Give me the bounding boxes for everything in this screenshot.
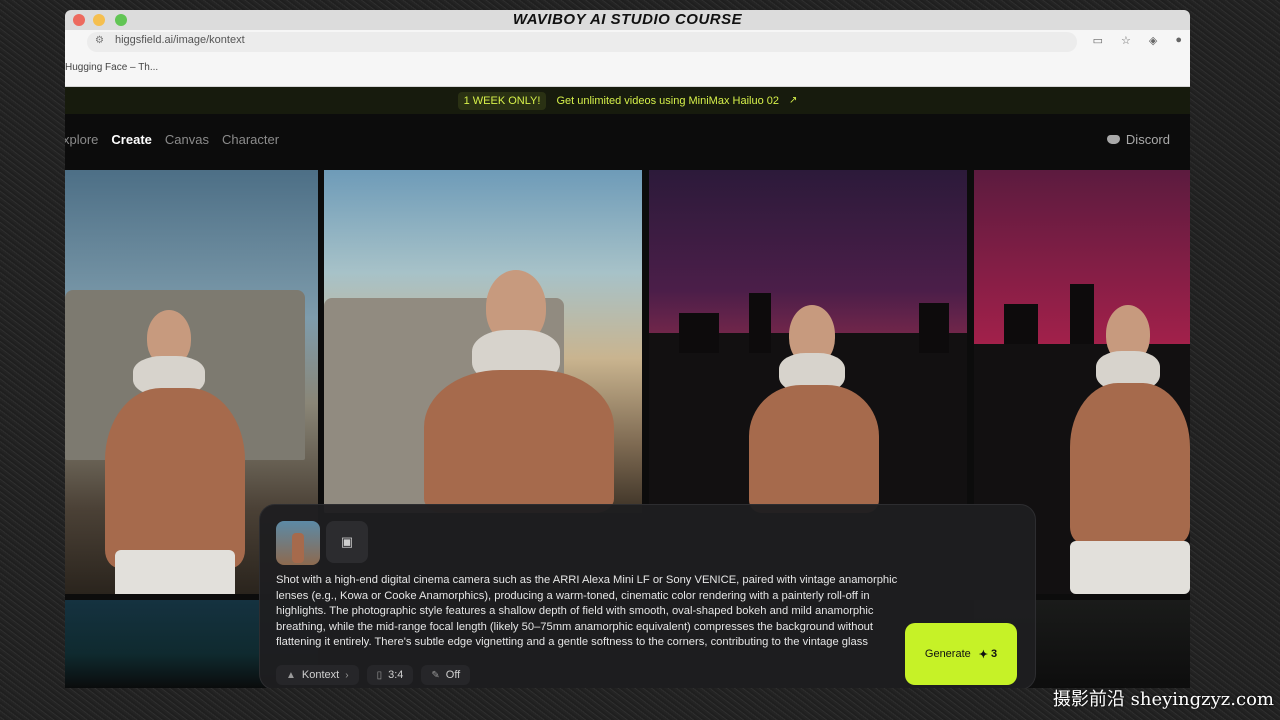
extension-icon[interactable]: ◈ [1149,34,1157,47]
discord-link[interactable]: Discord [1106,132,1170,147]
chevron-right-icon: › [345,669,349,681]
generate-label: Generate [924,648,971,660]
external-arrow-icon: ↗ [789,95,798,106]
aspect-label: 3:4 [388,669,404,681]
top-nav: xplore Create Canvas Character Discord [65,114,1190,166]
window-titlebar: WAVIBOY AI STUDIO COURSE [65,10,1190,31]
gallery-image[interactable] [324,170,642,513]
window-title: WAVIBOY AI STUDIO COURSE [512,11,743,28]
profile-icon[interactable]: ● [1175,34,1182,47]
nav-explore[interactable]: xplore [65,132,98,147]
prompt-composer: ▣ Shot with a high-end digital cinema ca… [259,504,1036,688]
enhance-icon: ✎ [431,669,440,681]
settings-chips: ▲ Kontext › ▯ 3:4 ✎ Off [276,665,471,685]
generate-cost: ✦ 3 [979,648,997,661]
gallery-image[interactable] [649,170,967,513]
model-label: Kontext [301,669,340,681]
bookmark-hugging-face[interactable]: Hugging Face – Th... [65,62,158,73]
bookmark-star-icon[interactable]: ☆ [1121,34,1131,47]
browser-chrome: ⚙ higgsfield.ai/image/kontext ▭ ☆ ◈ ● Hu… [65,30,1190,87]
toolbar-icons: ▭ ☆ ◈ ● [1093,34,1182,47]
cast-icon[interactable]: ▭ [1093,34,1103,47]
add-image-button[interactable]: ▣ [326,521,368,563]
discord-icon [1106,135,1120,144]
address-bar[interactable]: ⚙ higgsfield.ai/image/kontext [87,32,1077,52]
enhance-toggle[interactable]: ✎ Off [421,665,471,685]
model-icon: ▲ [286,669,296,681]
promo-badge: 1 WEEK ONLY! [457,91,547,110]
site-settings-icon[interactable]: ⚙ [95,35,104,46]
discord-label: Discord [1125,132,1170,147]
sparkle-icon: ✦ [978,648,988,661]
image-icon: ▣ [340,534,354,549]
generate-button[interactable]: Generate ✦ 3 [905,623,1017,685]
aspect-icon: ▯ [376,669,383,681]
enhance-label: Off [445,669,461,681]
aspect-ratio-selector[interactable]: ▯ 3:4 [366,665,414,685]
nav-character[interactable]: Character [222,132,279,147]
watermark-text: 摄影前沿 sheyingzyz.com [1052,689,1274,710]
nav-canvas[interactable]: Canvas [165,132,209,147]
nav-create[interactable]: Create [111,132,151,147]
promo-banner[interactable]: 1 WEEK ONLY! Get unlimited videos using … [65,87,1190,114]
reference-image-thumbnail[interactable] [276,521,320,565]
model-selector[interactable]: ▲ Kontext › [276,665,359,685]
url-text: higgsfield.ai/image/kontext [115,34,245,46]
prompt-textarea[interactable]: Shot with a high-end digital cinema came… [276,573,901,653]
promo-text[interactable]: Get unlimited videos using MiniMax Hailu… [556,95,779,107]
browser-window: WAVIBOY AI STUDIO COURSE ⚙ higgsfield.ai… [65,10,1190,688]
generate-cost-value: 3 [990,648,998,660]
